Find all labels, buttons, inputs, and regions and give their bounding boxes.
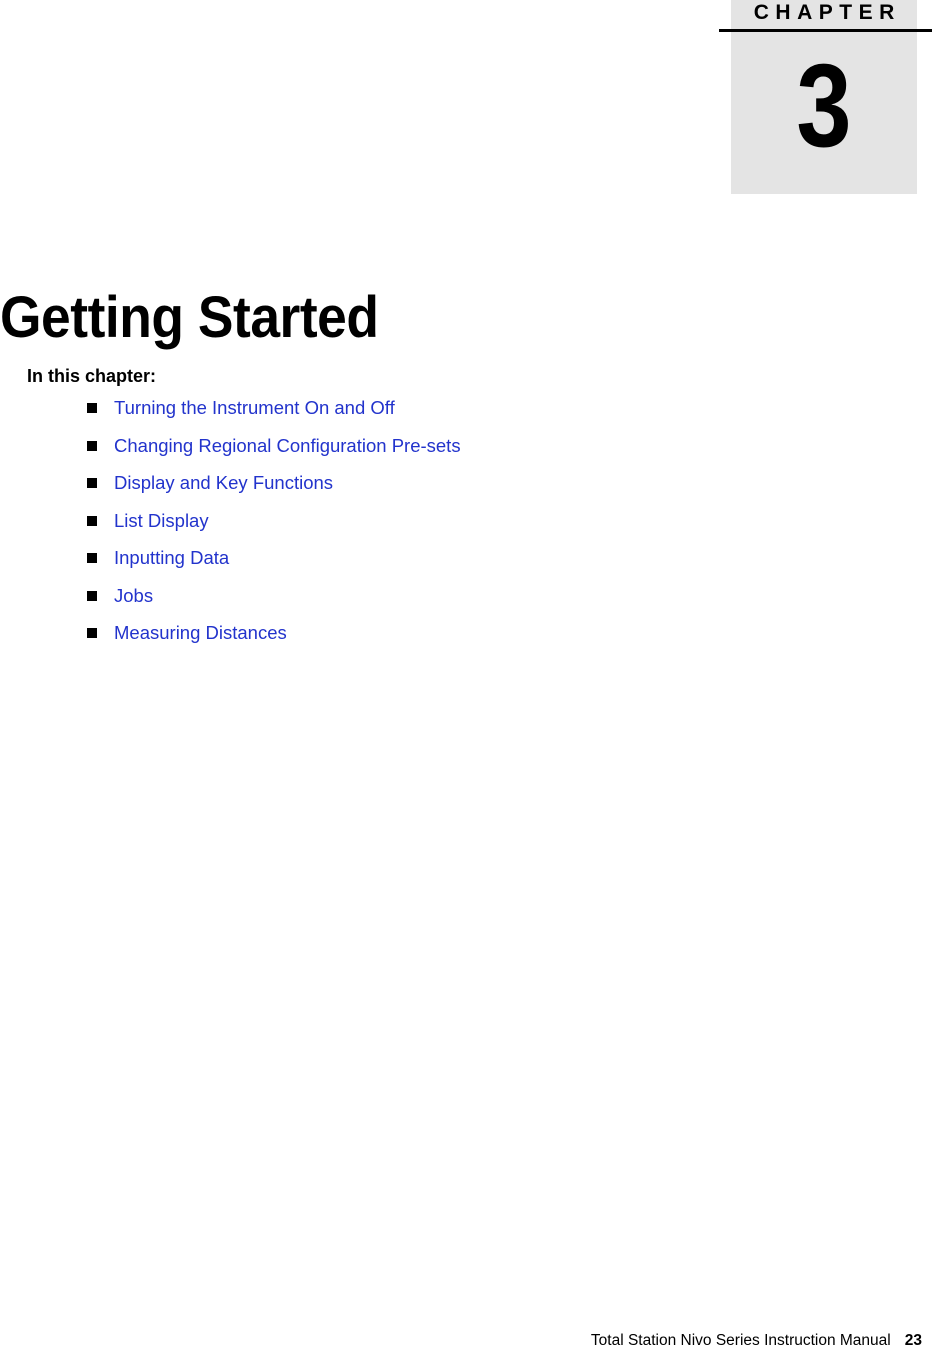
toc-link-changing-regional-configuration[interactable]: Changing Regional Configuration Pre-sets <box>114 435 461 457</box>
list-item: Turning the Instrument On and Off <box>87 397 461 435</box>
section-heading: In this chapter: <box>27 365 157 386</box>
square-bullet-icon <box>87 403 97 413</box>
list-item: Inputting Data <box>87 547 461 585</box>
page-title: Getting Started <box>0 284 379 350</box>
chapter-label: CHAPTER <box>753 1 901 24</box>
page-footer: Total Station Nivo Series Instruction Ma… <box>0 1331 922 1350</box>
square-bullet-icon <box>87 515 97 526</box>
square-bullet-icon <box>87 590 97 601</box>
toc-link-measuring-distances[interactable]: Measuring Distances <box>114 622 287 644</box>
square-bullet-icon <box>87 440 97 451</box>
chapter-contents-list: Turning the Instrument On and Off Changi… <box>87 397 461 660</box>
square-bullet-icon <box>87 628 97 638</box>
list-item: Changing Regional Configuration Pre-sets <box>87 435 461 473</box>
toc-link-jobs[interactable]: Jobs <box>114 585 153 607</box>
list-item: Measuring Distances <box>87 622 461 660</box>
toc-link-list-display[interactable]: List Display <box>114 510 209 532</box>
list-item: List Display <box>87 510 461 548</box>
footer-document-title: Total Station Nivo Series Instruction Ma… <box>590 1332 891 1349</box>
square-bullet-icon <box>87 478 97 488</box>
square-bullet-icon <box>87 553 97 563</box>
list-item: Jobs <box>87 585 461 623</box>
footer-page-number: 23 <box>904 1332 922 1349</box>
manual-page: CHAPTER 3 Getting Started In this chapte… <box>0 0 932 1351</box>
toc-link-turning-instrument-on-off[interactable]: Turning the Instrument On and Off <box>114 397 395 419</box>
list-item: Display and Key Functions <box>87 472 461 510</box>
toc-link-inputting-data[interactable]: Inputting Data <box>114 547 229 569</box>
chapter-number: 3 <box>796 40 852 172</box>
toc-link-display-and-key-functions[interactable]: Display and Key Functions <box>114 472 333 494</box>
chapter-divider-rule <box>719 29 932 32</box>
